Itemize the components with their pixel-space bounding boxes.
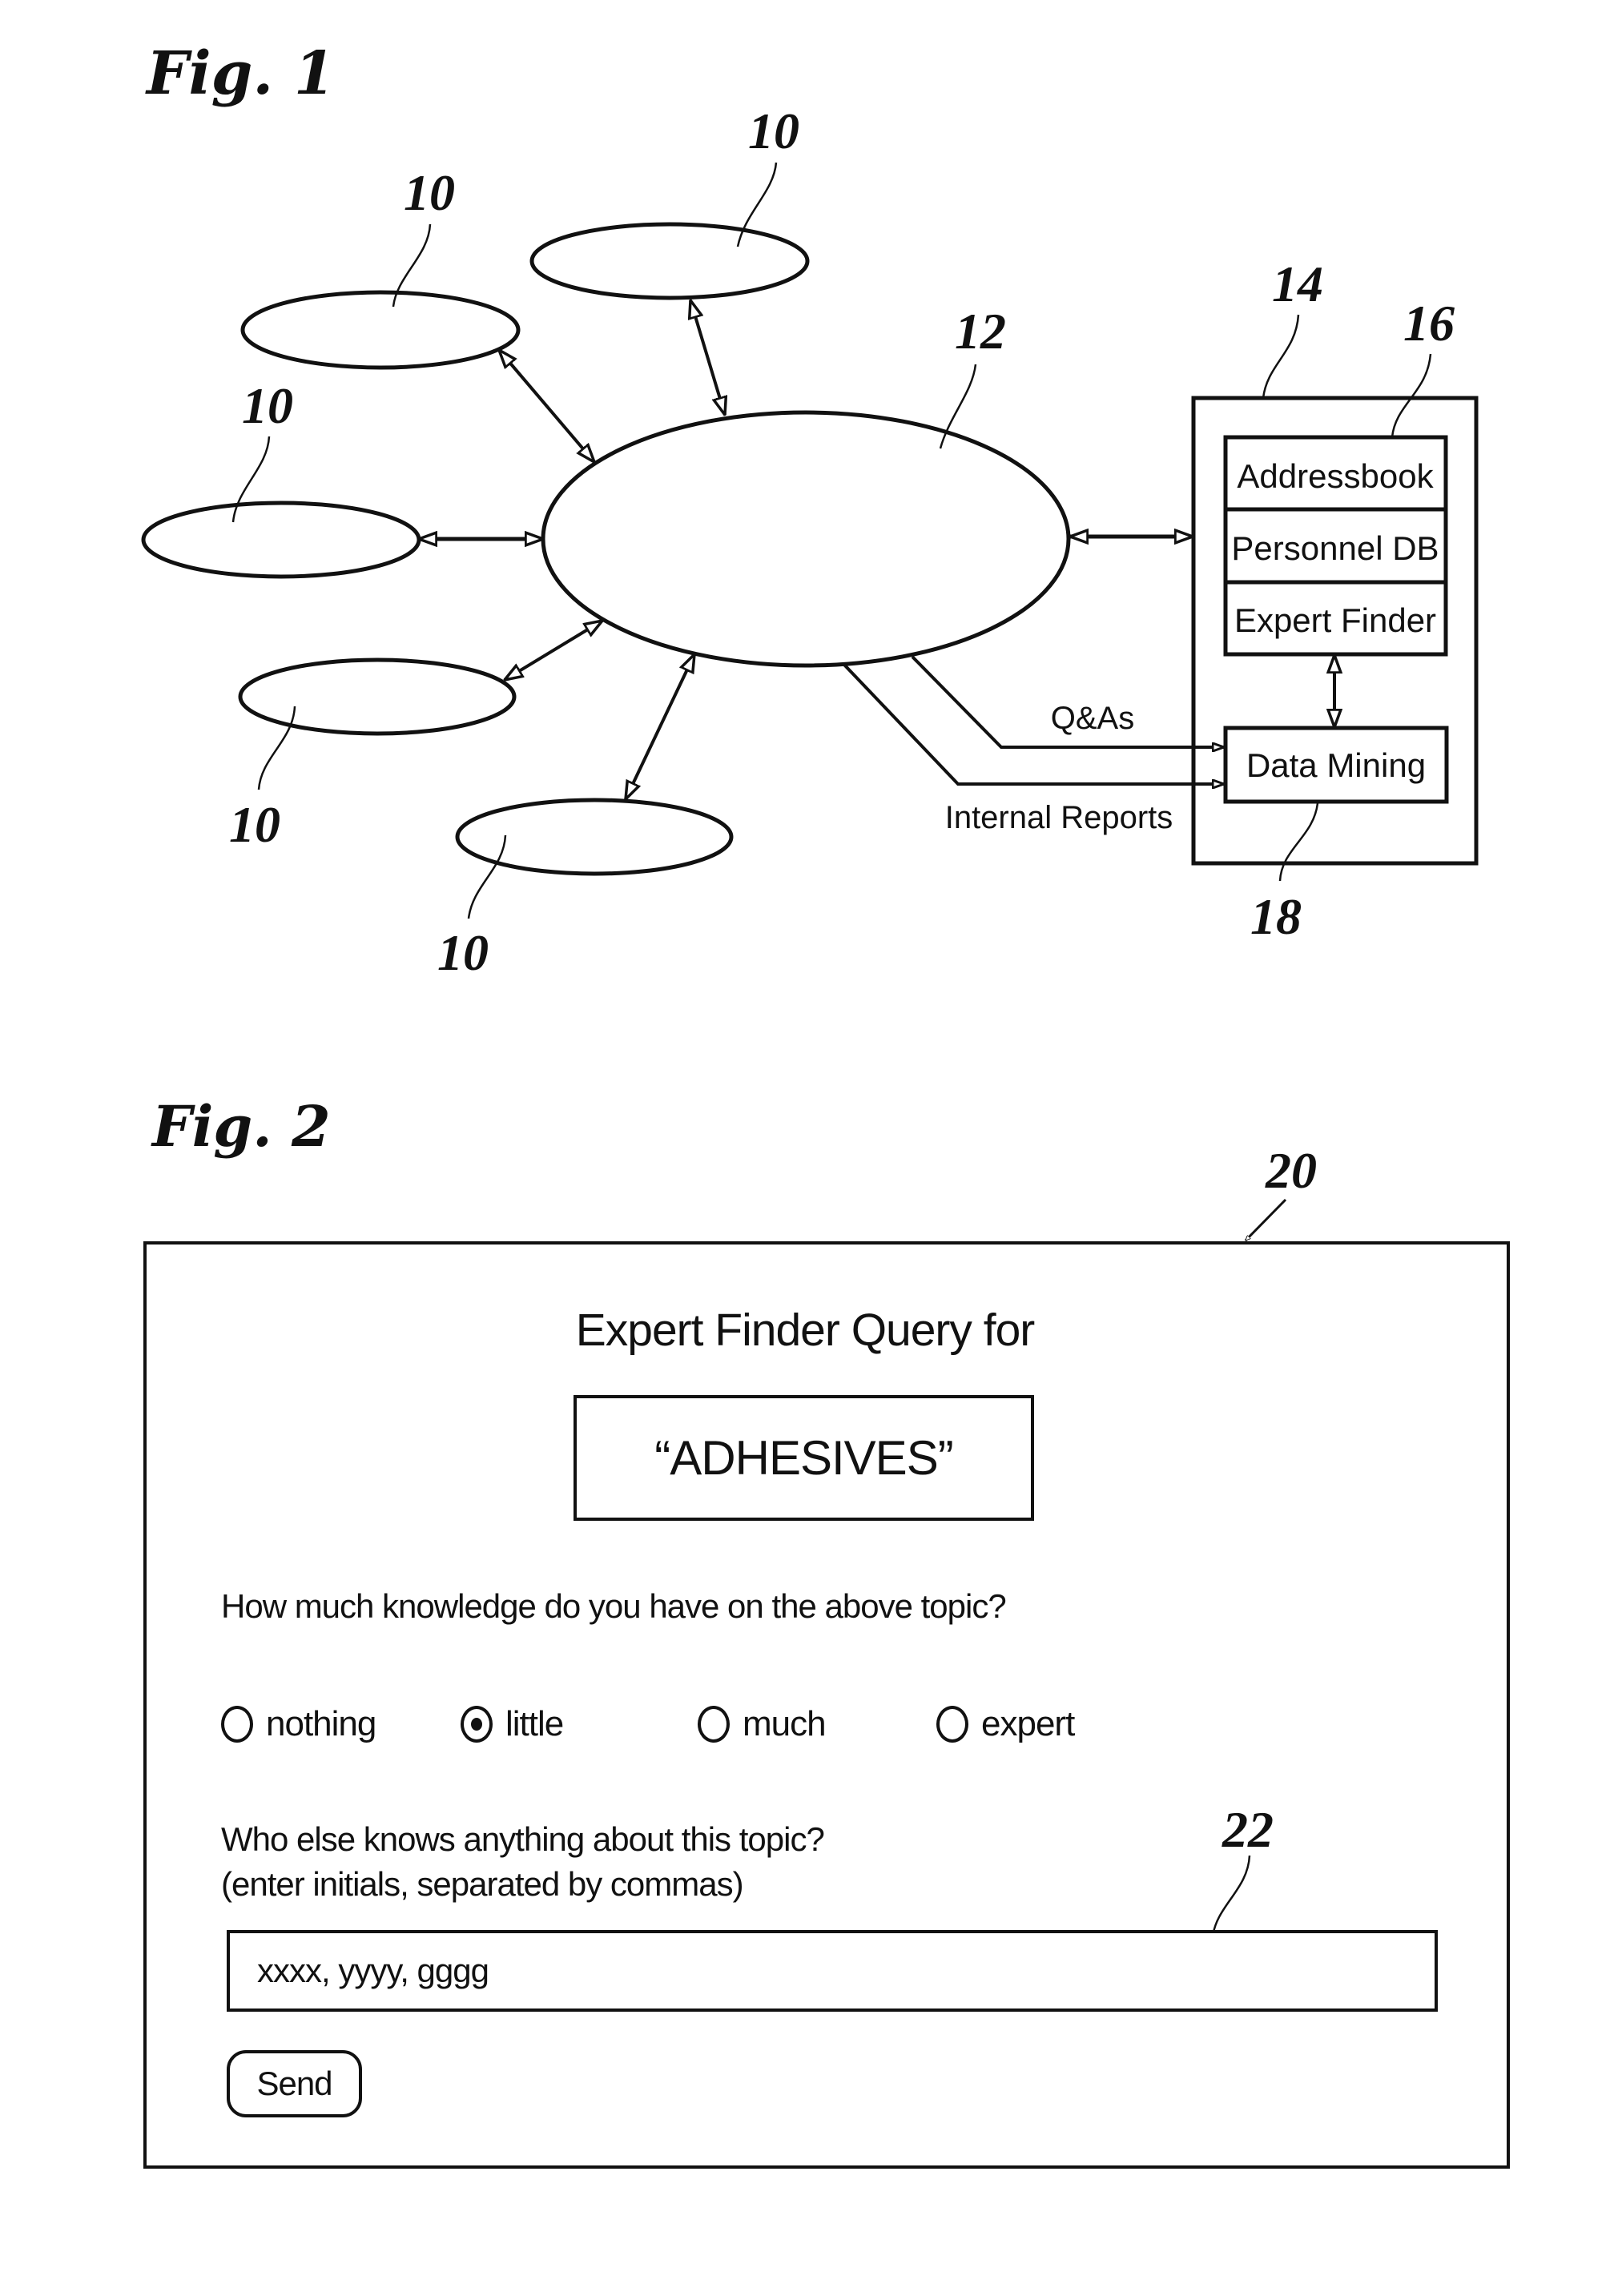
flow-label-internal-reports: Internal Reports [945, 800, 1173, 835]
radio-button-much[interactable] [698, 1706, 730, 1743]
data-mining-label: Data Mining [1246, 746, 1426, 784]
leader-arrow-screen [1246, 1198, 1287, 1240]
module-addressbook: Addressbook [1237, 457, 1434, 495]
ref-label-databases: 16 [1403, 295, 1455, 352]
client-node: 10 [240, 164, 521, 370]
radio-button-nothing[interactable] [221, 1706, 253, 1743]
ref-label-server: 14 [1272, 255, 1323, 312]
radio-label-much: much [743, 1704, 827, 1743]
network-ellipse [541, 410, 1071, 668]
module-expert-finder: Expert Finder [1234, 601, 1436, 639]
client-node: 10 [529, 103, 810, 300]
form-heading: Expert Finder Query for [575, 1305, 1036, 1356]
send-button[interactable]: Send [227, 2050, 362, 2117]
radio-option-expert[interactable]: expert [936, 1703, 1075, 1746]
link-arrow-bottom [626, 654, 694, 799]
client-node: 10 [141, 377, 421, 579]
client-node: 10 [229, 657, 517, 853]
flow-label-qa: Q&As [1051, 701, 1134, 736]
ref-label-client: 10 [229, 796, 280, 853]
leader-line-data-mining [1278, 802, 1319, 882]
radio-selected-dot [471, 1718, 482, 1731]
client-ellipse-top [529, 222, 810, 300]
topic-text: “ADHESIVES” [654, 1431, 953, 1485]
ref-label-data-mining: 18 [1250, 888, 1302, 945]
radio-label-expert: expert [981, 1704, 1075, 1743]
leader-line-server [1262, 314, 1300, 399]
client-node: 10 [437, 798, 734, 981]
initials-input[interactable] [227, 1930, 1438, 2012]
who-else-hint: (enter initials, separated by commas) [221, 1865, 744, 1903]
knowledge-question: How much knowledge do you have on the ab… [221, 1587, 1007, 1625]
radio-button-expert[interactable] [936, 1706, 968, 1743]
radio-option-much[interactable]: much [698, 1703, 827, 1746]
who-else-question: Who else knows anything about this topic… [221, 1820, 825, 1858]
flow-internal-reports [842, 662, 1224, 784]
client-ellipse-upper-left [240, 290, 521, 370]
knowledge-radio-group: nothing little much expert [221, 1703, 1182, 1746]
ref-label-client: 10 [404, 164, 455, 221]
ref-label-client: 10 [748, 103, 799, 159]
radio-label-nothing: nothing [266, 1704, 376, 1743]
ref-label-screen: 20 [1265, 1142, 1317, 1199]
ref-label-network: 12 [955, 303, 1006, 360]
client-ellipse-bottom [455, 798, 734, 876]
ref-label-client: 10 [242, 377, 293, 434]
leader-line-client [467, 834, 507, 919]
ref-label-client: 10 [437, 924, 489, 981]
leader-line-client [231, 436, 271, 523]
link-arrow-top [690, 300, 725, 415]
topic-display-box: “ADHESIVES” [574, 1395, 1034, 1521]
client-ellipse-left [141, 501, 421, 579]
figure-2-title: Fig. 2 [151, 1093, 331, 1160]
radio-label-little: little [505, 1704, 564, 1743]
radio-option-nothing[interactable]: nothing [221, 1703, 376, 1746]
figure-1-title: Fig. 1 [145, 39, 335, 108]
module-personnel-db: Personnel DB [1231, 529, 1439, 567]
leader-line-databases [1391, 353, 1432, 438]
link-arrow-upper-left [499, 350, 594, 462]
radio-button-little[interactable] [461, 1706, 493, 1743]
client-ellipse-lower-left [238, 657, 517, 736]
radio-option-little[interactable]: little [461, 1703, 564, 1746]
link-arrow-lower-left [505, 621, 602, 680]
